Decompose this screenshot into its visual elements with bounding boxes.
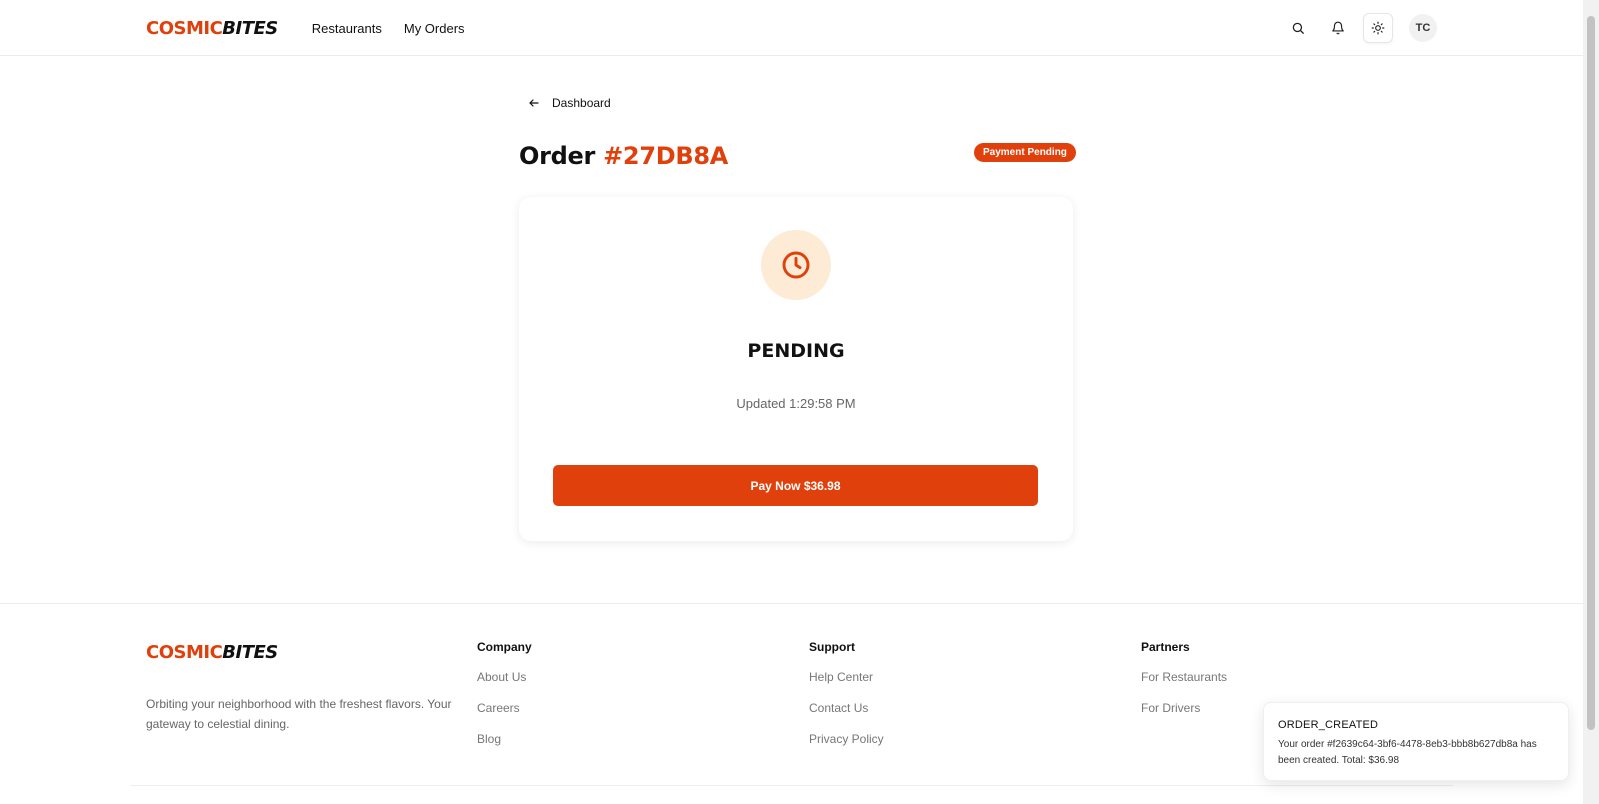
bell-icon — [1332, 21, 1344, 35]
toast-message: Your order #f2639c64-3bf6-4478-8eb3-bbb8… — [1278, 739, 1537, 766]
search-button[interactable] — [1283, 13, 1313, 43]
back-to-dashboard-link[interactable]: Dashboard — [528, 96, 611, 110]
toast-title: ORDER_CREATED — [1278, 719, 1379, 731]
footer-link-contact-us[interactable]: Contact Us — [809, 699, 884, 730]
order-created-toast[interactable]: ORDER_CREATED Your order #f2639c64-3bf6-… — [1263, 702, 1569, 781]
theme-toggle-button[interactable] — [1363, 13, 1393, 43]
footer-column-partners: Partners For Restaurants For Drivers — [1141, 640, 1227, 730]
footer-heading-support: Support — [809, 640, 855, 654]
last-updated-text: Updated 1:29:58 PM — [736, 396, 856, 411]
footer-link-for-restaurants[interactable]: For Restaurants — [1141, 668, 1227, 699]
footer-link-careers[interactable]: Careers — [477, 699, 532, 730]
scrollbar-thumb[interactable] — [1587, 16, 1595, 730]
order-status-text: PENDING — [747, 340, 845, 362]
brand-logo[interactable]: COSMIC BITES — [146, 18, 278, 39]
nav-my-orders[interactable]: My Orders — [404, 21, 465, 36]
footer-heading-partners: Partners — [1141, 640, 1190, 654]
header-inner: COSMIC BITES Restaurants My Orders TC — [146, 0, 1437, 56]
brand-logo-part1: COSMIC — [146, 17, 223, 39]
header-actions: TC — [1283, 13, 1437, 43]
notifications-button[interactable] — [1323, 13, 1353, 43]
footer-column-company: Company About Us Careers Blog — [477, 640, 532, 761]
order-title: Order #27DB8A — [519, 142, 728, 170]
footer-divider — [130, 785, 1453, 786]
pay-now-button[interactable]: Pay Now $36.98 — [553, 465, 1038, 506]
footer-link-help-center[interactable]: Help Center — [809, 668, 884, 699]
status-icon-circle — [761, 230, 831, 300]
footer-column-support: Support Help Center Contact Us Privacy P… — [809, 640, 884, 761]
search-icon — [1292, 22, 1304, 34]
footer-tagline: Orbiting your neighborhood with the fres… — [146, 697, 452, 731]
footer-link-blog[interactable]: Blog — [477, 730, 532, 761]
footer-brand-part2: BITES — [222, 642, 278, 663]
page-scrollbar[interactable] — [1583, 0, 1599, 804]
footer-brand-part1: COSMIC — [146, 642, 223, 663]
main-nav: Restaurants My Orders — [312, 21, 465, 36]
nav-restaurants[interactable]: Restaurants — [312, 21, 382, 36]
top-header: COSMIC BITES Restaurants My Orders TC — [0, 0, 1583, 56]
clock-icon — [782, 251, 810, 279]
footer-link-for-drivers[interactable]: For Drivers — [1141, 699, 1227, 730]
footer-link-privacy-policy[interactable]: Privacy Policy — [809, 730, 884, 761]
user-avatar[interactable]: TC — [1409, 14, 1437, 42]
footer-heading-company: Company — [477, 640, 532, 654]
back-label: Dashboard — [552, 96, 611, 110]
order-id: #27DB8A — [603, 142, 729, 170]
order-status-card: PENDING Updated 1:29:58 PM Pay Now $36.9… — [519, 197, 1073, 541]
footer-brand-logo[interactable]: COSMIC BITES — [146, 642, 278, 663]
order-title-prefix: Order — [519, 142, 596, 170]
footer-link-about-us[interactable]: About Us — [477, 668, 532, 699]
brand-logo-part2: BITES — [222, 17, 278, 39]
sun-icon — [1371, 21, 1385, 35]
arrow-left-icon — [529, 99, 539, 107]
payment-status-badge: Payment Pending — [974, 143, 1076, 162]
